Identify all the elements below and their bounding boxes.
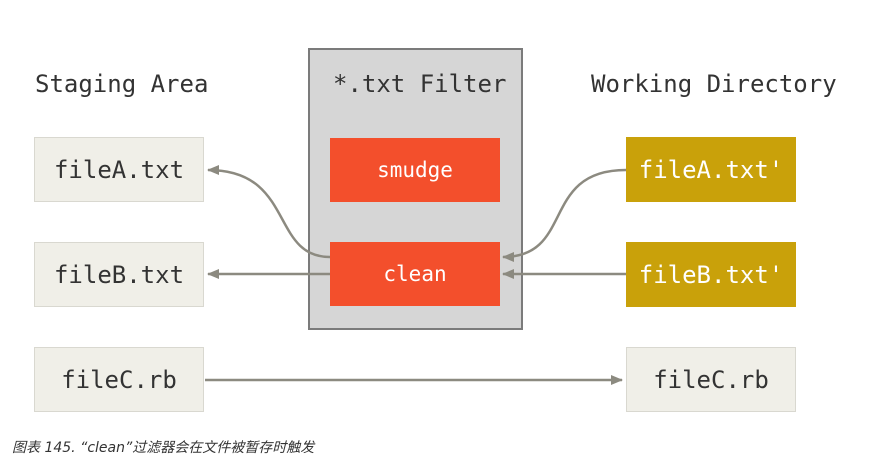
- figure-caption: 图表 145. “clean”过滤器会在文件被暂存时触发: [12, 440, 315, 456]
- filter-heading: *.txt Filter: [333, 70, 507, 98]
- arrow-working-a-to-clean: [502, 168, 627, 262]
- arrow-clean-to-staging-a: [207, 165, 331, 259]
